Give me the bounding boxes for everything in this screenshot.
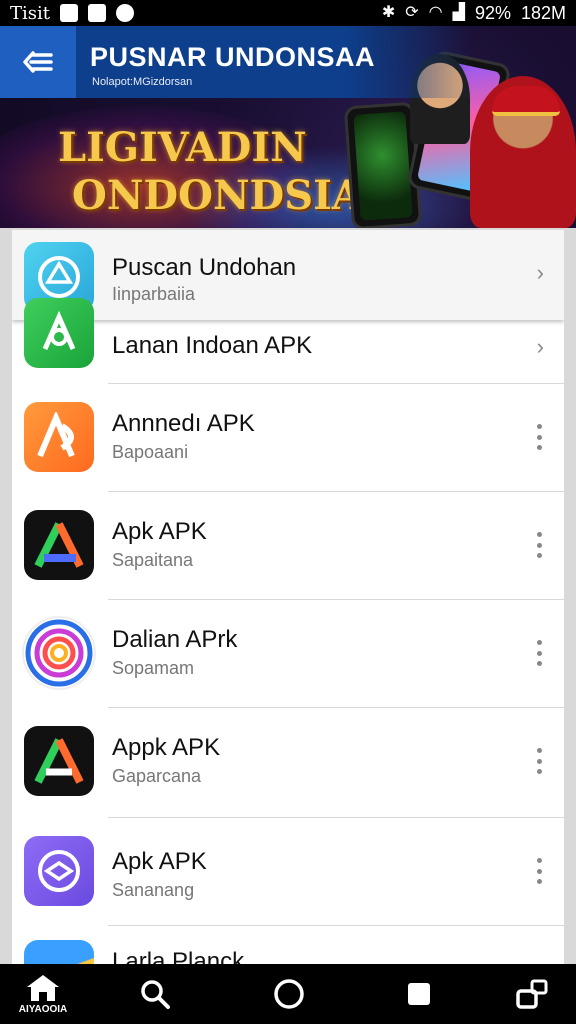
nav-switch[interactable]: [508, 964, 558, 1024]
chevron-right-icon: ›: [536, 334, 544, 359]
nav-home-label: AIYAOOIA: [18, 1004, 68, 1015]
app-header: PUSNAR UNDONSAA Nolapot:MGizdorsan: [0, 26, 576, 98]
app-subtitle: Sopamam: [112, 658, 195, 678]
more-options-icon[interactable]: [536, 424, 542, 450]
list-item[interactable]: Annnedı APK Bapoaani: [12, 384, 564, 492]
more-options-icon[interactable]: [536, 748, 542, 774]
square-recents-icon: [408, 983, 430, 1005]
settings-notification-icon: [116, 4, 134, 22]
bottom-navigation: AIYAOOIA: [0, 964, 576, 1024]
list-item[interactable]: Apk APK Sananang: [12, 818, 564, 926]
menu-back-icon: [23, 51, 53, 73]
banner-title-line2: ONDONDSIA: [72, 172, 363, 219]
wifi-icon: ◠: [428, 4, 443, 21]
switch-windows-icon: [516, 979, 548, 1009]
circle-home-icon: [274, 979, 304, 1009]
more-options-icon[interactable]: [536, 532, 542, 558]
gallery-notification-icon: [60, 4, 78, 22]
app-icon: [24, 618, 94, 688]
nav-home[interactable]: AIYAOOIA: [12, 964, 74, 1024]
bluetooth-icon: ✱: [381, 4, 396, 21]
status-bar: Tisit ✱ ⟳ ◠ ▟ 92% 182M: [0, 0, 576, 26]
list-item[interactable]: Lanan Indoan APK ›: [12, 298, 564, 384]
banner-title-line1: LIGIVADIN: [58, 124, 307, 171]
app-subtitle: Iinparbaiia: [112, 284, 196, 304]
list-item[interactable]: Larla Planck: [12, 926, 564, 964]
app-title: Annnedı APK: [112, 410, 255, 437]
carrier-label: Tisit: [10, 2, 50, 24]
signal-icon: ▟: [452, 4, 465, 21]
app-subtitle: Sapaitana: [112, 550, 194, 570]
page-title: PUSNAR UNDONSAA: [90, 42, 376, 72]
app-notification-icon: [88, 4, 106, 22]
nav-search[interactable]: [130, 964, 180, 1024]
app-title: Dalian APrk: [112, 626, 238, 653]
app-subtitle: Bapoaani: [112, 442, 189, 462]
app-title: Appk APK: [112, 734, 221, 761]
list-item[interactable]: Puscan Undohan Iinparbaiia ›: [12, 230, 564, 320]
search-icon: [141, 980, 170, 1009]
home-icon: [27, 975, 59, 1001]
app-icon: [24, 726, 94, 796]
back-button[interactable]: [0, 26, 76, 98]
battery-level: 92%: [474, 2, 511, 23]
app-title: Larla Planck: [112, 948, 245, 964]
chevron-right-icon: ›: [536, 260, 544, 285]
app-icon: [24, 298, 94, 368]
clock: 182M: [520, 2, 566, 23]
app-icon: [24, 940, 94, 964]
app-title: Puscan Undohan: [112, 254, 297, 281]
more-options-icon[interactable]: [536, 640, 542, 666]
list-item[interactable]: Apk APK Sapaitana: [12, 492, 564, 600]
app-title: Apk APK: [112, 848, 207, 875]
more-options-icon[interactable]: [536, 858, 542, 884]
app-title: Lanan Indoan APK: [112, 332, 313, 359]
app-icon: [24, 402, 94, 472]
list-item[interactable]: Dalian APrk Sopamam: [12, 600, 564, 708]
nav-recents[interactable]: [394, 964, 444, 1024]
page-subtitle: Nolapot:MGizdorsan: [92, 76, 193, 88]
app-icon: [24, 836, 94, 906]
app-list[interactable]: Puscan Undohan Iinparbaiia › Lanan Indoa…: [12, 230, 564, 964]
app-title: Apk APK: [112, 518, 207, 545]
list-item[interactable]: Appk APK Gaparcana: [12, 708, 564, 818]
nav-home-circle[interactable]: [264, 964, 314, 1024]
app-icon: [24, 510, 94, 580]
app-subtitle: Gaparcana: [112, 766, 202, 786]
rotate-icon: ⟳: [405, 4, 419, 21]
app-subtitle: Sananang: [112, 880, 195, 900]
